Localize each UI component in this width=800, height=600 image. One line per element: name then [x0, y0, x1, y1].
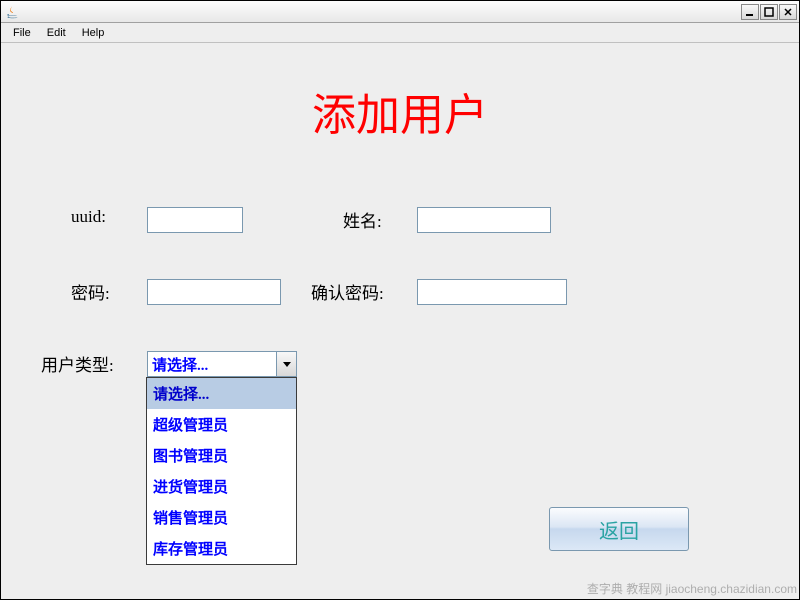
minimize-button[interactable]: [741, 4, 759, 20]
user-type-combobox[interactable]: 请选择...: [147, 351, 297, 377]
confirm-password-label: 确认密码:: [311, 279, 403, 304]
java-icon: [5, 4, 21, 20]
uuid-label: uuid:: [71, 207, 131, 227]
menu-edit[interactable]: Edit: [39, 25, 74, 41]
user-type-option[interactable]: 销售管理员: [147, 502, 296, 533]
user-type-selected[interactable]: 请选择...: [147, 351, 277, 377]
name-field[interactable]: [417, 207, 551, 233]
name-label: 姓名:: [343, 207, 403, 232]
titlebar: [1, 1, 799, 23]
user-type-option[interactable]: 库存管理员: [147, 533, 296, 564]
menu-help[interactable]: Help: [74, 25, 113, 41]
user-type-option[interactable]: 进货管理员: [147, 471, 296, 502]
back-button[interactable]: 返回: [549, 507, 689, 551]
window-frame: File Edit Help 添加用户 uuid: 姓名: 密码: 确认密码: …: [0, 0, 800, 600]
user-type-label: 用户类型:: [41, 351, 131, 376]
uuid-field[interactable]: [147, 207, 243, 233]
confirm-password-field[interactable]: [417, 279, 567, 305]
close-button[interactable]: [779, 4, 797, 20]
page-title: 添加用户: [1, 79, 799, 143]
password-label: 密码:: [71, 279, 131, 304]
user-type-option[interactable]: 图书管理员: [147, 440, 296, 471]
menu-file[interactable]: File: [5, 25, 39, 41]
maximize-button[interactable]: [760, 4, 778, 20]
titlebar-left: [3, 4, 25, 20]
menubar: File Edit Help: [1, 23, 799, 43]
password-field[interactable]: [147, 279, 281, 305]
user-type-option[interactable]: 超级管理员: [147, 409, 296, 440]
content-pane: 添加用户 uuid: 姓名: 密码: 确认密码: 用户类型: 请选择... 请选…: [1, 43, 799, 599]
watermark: 查字典 教程网 jiaocheng.chazidian.com: [587, 580, 797, 597]
user-type-dropdown-button[interactable]: [277, 351, 297, 377]
user-type-option[interactable]: 请选择...: [147, 378, 296, 409]
user-type-dropdown-list: 请选择... 超级管理员 图书管理员 进货管理员 销售管理员 库存管理员: [146, 377, 297, 565]
window-controls: [740, 4, 797, 20]
